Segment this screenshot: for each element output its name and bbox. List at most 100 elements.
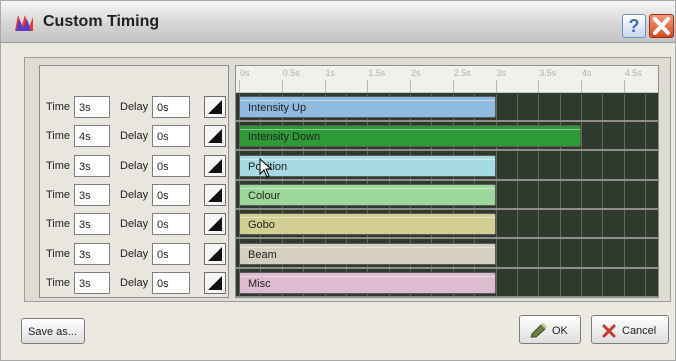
time-input[interactable]: 3s — [74, 183, 110, 206]
time-input[interactable]: 3s — [74, 154, 110, 177]
time-label: Time — [46, 130, 71, 143]
ruler-tick-label: 0s — [240, 68, 250, 78]
lane-separator — [236, 178, 658, 181]
lane-separator — [236, 266, 658, 269]
fade-curve-button[interactable] — [204, 213, 226, 236]
fade-curve-button[interactable] — [204, 242, 226, 265]
timing-row: Time 3s Delay 0s — [46, 183, 226, 206]
delay-input[interactable]: 0s — [152, 213, 190, 236]
mouse-cursor-icon — [259, 158, 273, 178]
timing-bar-label: Gobo — [248, 219, 275, 232]
time-label: Time — [46, 247, 71, 260]
delay-input[interactable]: 0s — [152, 271, 190, 294]
title-bar[interactable]: Custom Timing ? — [1, 1, 675, 43]
timing-row: Time 4s Delay 0s — [46, 125, 226, 148]
ruler-tick — [538, 80, 540, 92]
save-as-label: Save as... — [28, 326, 77, 338]
delay-input[interactable]: 0s — [152, 154, 190, 177]
ok-label: OK — [552, 325, 568, 337]
close-button[interactable] — [649, 14, 674, 38]
fade-curve-button[interactable] — [204, 271, 226, 294]
ruler-tick-label: 4s — [582, 68, 592, 78]
ruler-tick — [495, 80, 497, 92]
lane-separator — [236, 237, 658, 240]
timing-row: Time 3s Delay 0s — [46, 96, 226, 118]
ruler-tick-label: 3s — [496, 68, 507, 78]
timing-bar[interactable]: Position — [239, 154, 496, 177]
ruler-tick — [281, 80, 283, 92]
delay-label: Delay — [120, 247, 149, 260]
lane-separator — [236, 149, 658, 152]
time-input[interactable]: 4s — [74, 125, 110, 148]
app-logo-icon — [15, 15, 33, 31]
window-title: Custom Timing — [43, 13, 160, 30]
delay-label: Delay — [120, 101, 149, 113]
timing-bar[interactable]: Misc — [239, 271, 496, 294]
cancel-button[interactable]: Cancel — [591, 315, 669, 344]
fade-curve-icon — [208, 246, 222, 261]
fade-curve-icon — [208, 129, 222, 144]
delay-input[interactable]: 0s — [152, 96, 190, 118]
time-label: Time — [46, 218, 71, 231]
timeline-view[interactable]: 0s 0.5s 1s 1.5s 2s 2.5s 3s 3.5s 4s 4.5s Intensity… — [235, 65, 659, 298]
ok-button[interactable]: OK — [519, 315, 581, 344]
delay-label: Delay — [120, 218, 149, 231]
ruler-tick — [324, 80, 326, 92]
ruler-tick-label: 1.5s — [368, 68, 386, 78]
ruler-tick-label: 1s — [325, 68, 336, 78]
cancel-x-icon — [602, 324, 616, 338]
time-label: Time — [46, 188, 71, 201]
delay-input[interactable]: 0s — [152, 242, 190, 265]
time-input[interactable]: 3s — [74, 96, 110, 118]
timing-bar[interactable]: Colour — [239, 183, 496, 206]
timing-bar-label: Colour — [248, 189, 281, 202]
timing-bar[interactable]: Beam — [239, 242, 496, 265]
fade-curve-button[interactable] — [204, 125, 226, 148]
fade-curve-button[interactable] — [204, 183, 226, 206]
time-label: Time — [46, 159, 71, 172]
lane-separator — [236, 207, 658, 210]
time-ruler: 0s 0.5s 1s 1.5s 2s 2.5s 3s 3.5s 4s 4.5s — [236, 66, 658, 93]
fade-curve-button[interactable] — [204, 154, 226, 177]
timing-row: Time 3s Delay 0s — [46, 242, 226, 265]
ruler-tick — [239, 80, 240, 92]
time-input[interactable]: 3s — [74, 271, 110, 294]
delay-input[interactable]: 0s — [152, 125, 190, 148]
close-icon — [653, 17, 670, 35]
timing-row: Time 3s Delay 0s — [46, 154, 226, 177]
pen-check-icon — [530, 323, 547, 338]
fade-curve-button[interactable] — [204, 96, 226, 118]
timing-fields-pane: Time 3s Delay 0s Time 4s Delay 0s Time 3s Delay 0s T… — [39, 65, 229, 298]
fade-curve-icon — [208, 187, 222, 202]
ruler-tick-label: 0.5s — [282, 68, 300, 78]
lane-separator — [236, 120, 658, 122]
ruler-tick — [410, 80, 412, 92]
time-label: Time — [46, 276, 71, 289]
ruler-tick-label: 2s — [411, 68, 421, 78]
time-input[interactable]: 3s — [74, 213, 110, 236]
timing-bar-label: Beam — [248, 248, 277, 261]
save-as-button[interactable]: Save as... — [21, 318, 85, 344]
ruler-tick-label: 3.5s — [539, 68, 557, 78]
cancel-label: Cancel — [622, 325, 657, 337]
timing-row: Time 3s Delay 0s — [46, 271, 226, 294]
timing-bar[interactable]: Intensity Up — [239, 96, 496, 118]
delay-label: Delay — [120, 188, 149, 201]
help-button[interactable]: ? — [622, 14, 646, 38]
timing-bar[interactable]: Gobo — [239, 213, 496, 236]
delay-label: Delay — [120, 159, 149, 172]
fade-curve-icon — [208, 158, 222, 173]
timing-row: Time 3s Delay 0s — [46, 213, 226, 236]
timing-bar-label: Intensity Up — [248, 102, 307, 114]
fade-curve-icon — [208, 100, 222, 114]
ruler-tick — [452, 80, 454, 92]
time-label: Time — [46, 101, 71, 113]
lane-separator — [236, 295, 658, 298]
delay-label: Delay — [120, 130, 149, 143]
time-input[interactable]: 3s — [74, 242, 110, 265]
ruler-tick — [623, 80, 625, 92]
timing-bar-label: Intensity Down — [248, 131, 321, 144]
timing-bar[interactable]: Intensity Down — [239, 125, 582, 148]
ruler-tick-label: 4.5s — [624, 68, 642, 78]
delay-input[interactable]: 0s — [152, 183, 190, 206]
